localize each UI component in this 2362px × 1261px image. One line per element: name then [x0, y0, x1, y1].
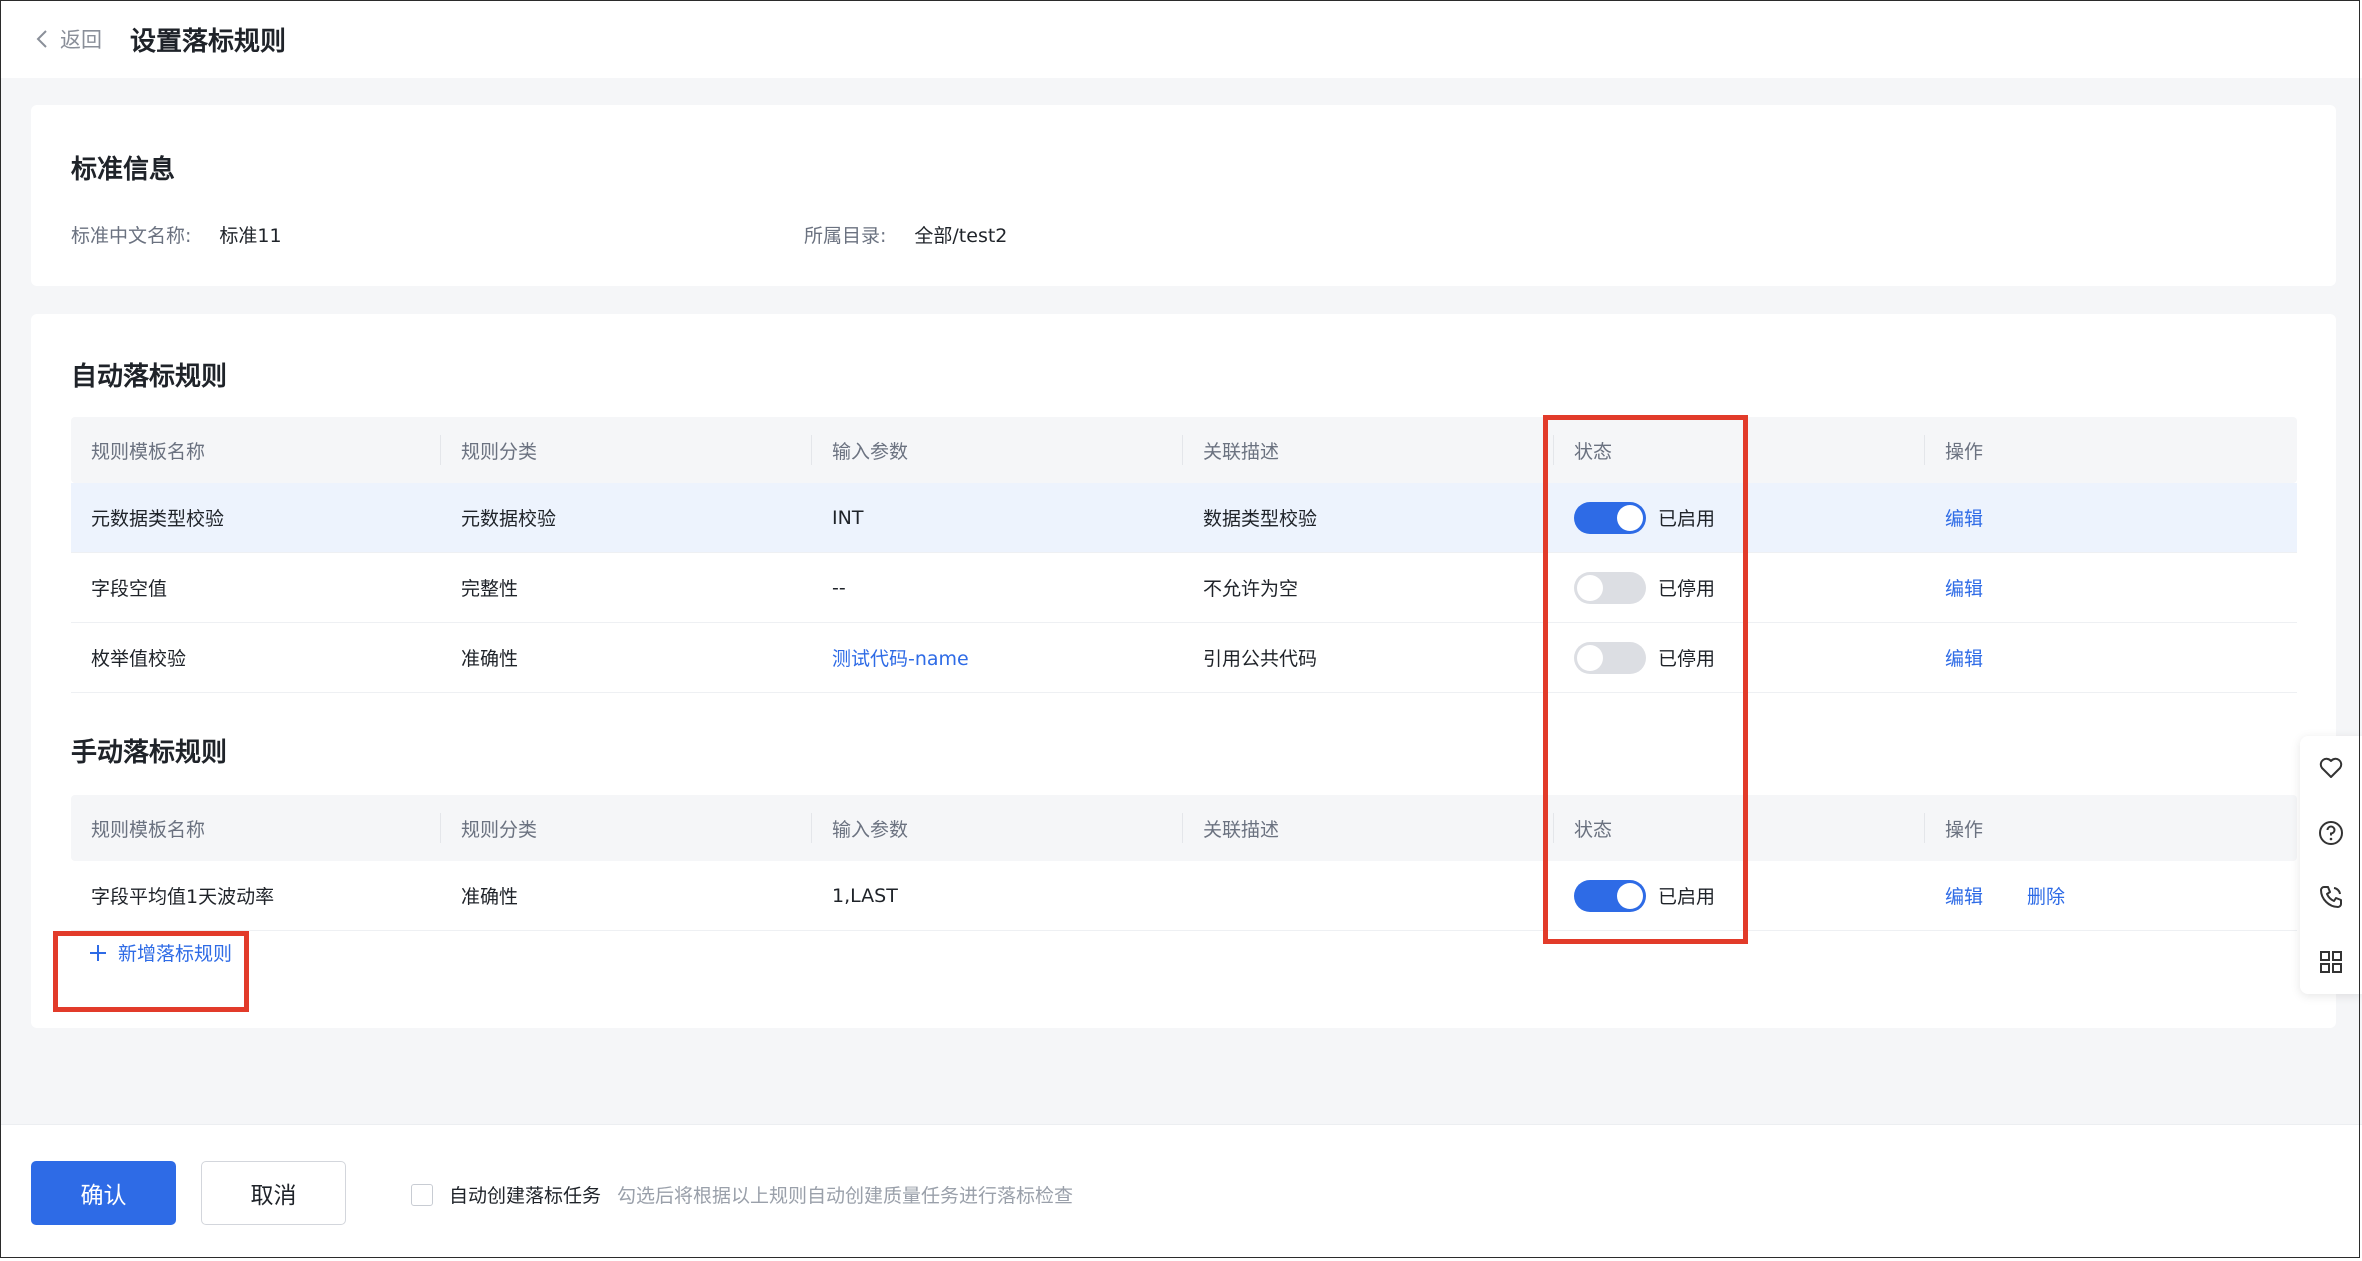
edit-link[interactable]: 编辑 [1945, 882, 1983, 909]
standard-info-card: 标准信息 标准中文名称: 标准11 所属目录: 全部/test2 [31, 105, 2336, 286]
column-header: 规则分类 [441, 417, 812, 483]
directory-value: 全部/test2 [914, 225, 1008, 247]
table-row: 元数据类型校验 元数据校验 INT 数据类型校验 已启用 编辑 [71, 483, 2297, 553]
directory-label: 所属目录: [804, 225, 887, 247]
rule-name: 枚举值校验 [91, 648, 187, 670]
action-cell: 编辑 删除 [1925, 882, 2297, 909]
add-rule-label: 新增落标规则 [118, 943, 233, 965]
status-toggle[interactable] [1574, 501, 1646, 534]
rule-name: 元数据类型校验 [91, 508, 225, 530]
action-cell: 编辑 [1925, 644, 2297, 671]
chinese-name-row: 标准中文名称: 标准11 [71, 221, 282, 248]
column-header: 关联描述 [1183, 795, 1554, 861]
column-header: 状态 [1554, 417, 1925, 483]
rule-category: 准确性 [461, 648, 519, 670]
chinese-name-label: 标准中文名称: [71, 225, 192, 247]
status-toggle[interactable] [1574, 879, 1646, 912]
grid-icon[interactable] [2300, 930, 2362, 994]
rule-category: 完整性 [461, 578, 519, 600]
bottom-bar: 确认 取消 自动创建落标任务 勾选后将根据以上规则自动创建质量任务进行落标检查 [0, 1124, 2362, 1261]
column-header: 输入参数 [812, 795, 1183, 861]
column-header: 规则模板名称 [71, 417, 441, 483]
column-header: 规则模板名称 [71, 795, 441, 861]
status-label: 已停用 [1658, 578, 1716, 600]
chevron-left-icon [36, 30, 47, 48]
rule-description: 不允许为空 [1203, 578, 1299, 600]
toggle-knob [1577, 574, 1603, 601]
status-label: 已启用 [1658, 508, 1716, 530]
action-cell: 编辑 [1925, 504, 2297, 531]
table-row: 字段空值 完整性 -- 不允许为空 已停用 编辑 [71, 553, 2297, 623]
rule-param: INT [832, 506, 864, 529]
column-header: 操作 [1945, 440, 1984, 463]
floating-toolbar [2300, 736, 2362, 994]
table-header: 规则模板名称 规则分类 输入参数 关联描述 状态 操作 [71, 417, 2297, 483]
auto-rules-title: 自动落标规则 [71, 362, 228, 392]
add-rule-button[interactable]: 新增落标规则 [88, 939, 232, 966]
table-header: 规则模板名称 规则分类 输入参数 关联描述 状态 操作 [71, 795, 2297, 861]
rule-param-link[interactable]: 测试代码-name [832, 644, 969, 671]
delete-link[interactable]: 删除 [2027, 882, 2065, 909]
rules-card: 自动落标规则 规则模板名称 规则分类 输入参数 关联描述 状态 操作 元数据类型… [31, 314, 2336, 1028]
column-header: 关联描述 [1183, 417, 1554, 483]
table-row: 字段平均值1天波动率 准确性 1,LAST 已启用 编辑 删除 [71, 861, 2297, 931]
status-cell: 已停用 [1554, 571, 1925, 604]
action-cell: 编辑 [1925, 574, 2297, 601]
status-cell: 已停用 [1554, 641, 1925, 674]
manual-rules-title: 手动落标规则 [71, 738, 228, 768]
table-row: 枚举值校验 准确性 测试代码-name 引用公共代码 已停用 编辑 [71, 623, 2297, 693]
edit-link[interactable]: 编辑 [1945, 504, 1983, 531]
rule-category: 元数据校验 [461, 508, 557, 530]
status-label: 已停用 [1658, 648, 1716, 670]
manual-rules-table: 规则模板名称 规则分类 输入参数 关联描述 状态 操作 字段平均值1天波动率 准… [71, 795, 2297, 931]
phone-icon[interactable] [2300, 865, 2362, 929]
auto-create-option: 自动创建落标任务 勾选后将根据以上规则自动创建质量任务进行落标检查 [411, 1181, 1073, 1208]
edit-link[interactable]: 编辑 [1945, 644, 1983, 671]
status-label: 已启用 [1658, 886, 1716, 908]
auto-create-checkbox[interactable] [411, 1183, 433, 1206]
auto-create-label: 自动创建落标任务 [449, 1185, 602, 1207]
directory-row: 所属目录: 全部/test2 [804, 221, 1007, 248]
back-label: 返回 [60, 28, 102, 52]
rule-description: 引用公共代码 [1203, 648, 1318, 670]
confirm-button[interactable]: 确认 [31, 1161, 176, 1225]
plus-icon [90, 944, 106, 961]
status-cell: 已启用 [1554, 879, 1925, 912]
help-icon[interactable] [2300, 801, 2362, 865]
toggle-knob [1617, 504, 1643, 531]
rule-description: 数据类型校验 [1203, 508, 1318, 530]
column-header: 规则分类 [441, 795, 812, 861]
top-bar: 返回 设置落标规则 [0, 0, 2362, 78]
auto-rules-table: 规则模板名称 规则分类 输入参数 关联描述 状态 操作 元数据类型校验 元数据校… [71, 417, 2297, 693]
status-cell: 已启用 [1554, 501, 1925, 534]
standard-info-title: 标准信息 [71, 155, 176, 185]
cancel-button[interactable]: 取消 [201, 1161, 346, 1225]
toggle-knob [1617, 882, 1643, 909]
edit-link[interactable]: 编辑 [1945, 574, 1983, 601]
heart-icon[interactable] [2300, 736, 2362, 800]
rule-param-cell: 测试代码-name [812, 644, 1183, 671]
chinese-name-value: 标准11 [219, 225, 282, 247]
column-header: 状态 [1554, 795, 1925, 861]
toggle-knob [1577, 644, 1603, 671]
status-toggle[interactable] [1574, 641, 1646, 674]
rule-param: -- [832, 576, 846, 599]
column-header: 输入参数 [812, 417, 1183, 483]
back-button[interactable]: 返回 [36, 24, 102, 54]
column-header: 操作 [1945, 818, 1984, 841]
rule-name: 字段平均值1天波动率 [91, 886, 275, 908]
status-toggle[interactable] [1574, 571, 1646, 604]
rule-param: 1,LAST [832, 884, 898, 907]
page-title: 设置落标规则 [130, 26, 287, 57]
auto-create-hint: 勾选后将根据以上规则自动创建质量任务进行落标检查 [617, 1185, 1074, 1207]
rule-name: 字段空值 [91, 578, 168, 600]
rule-category: 准确性 [461, 886, 519, 908]
